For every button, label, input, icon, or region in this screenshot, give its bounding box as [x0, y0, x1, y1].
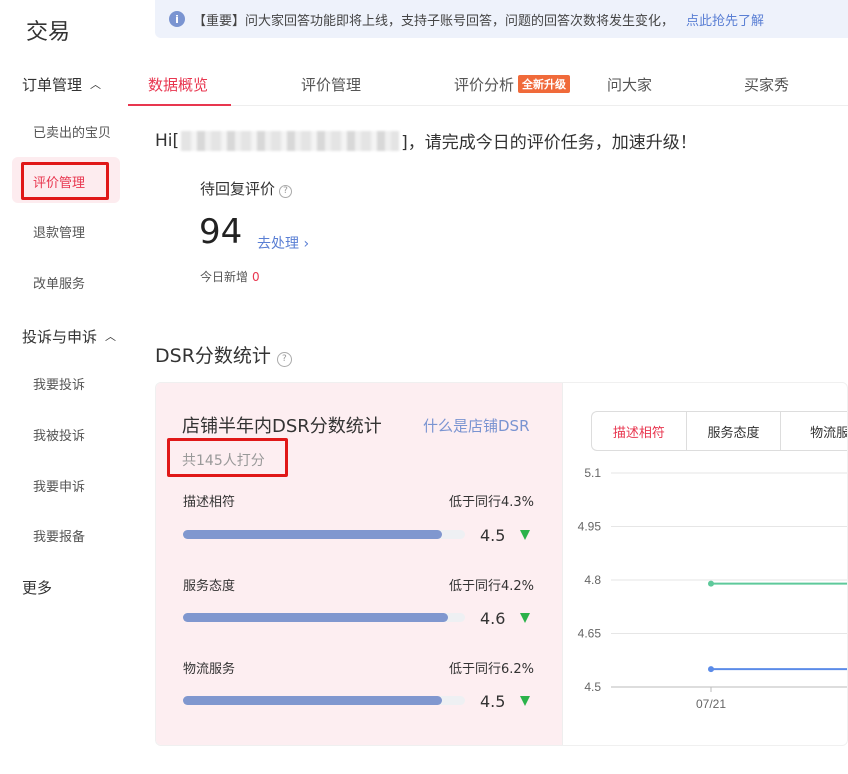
greeting-suffix: ]，请完成今日的评价任务，加速升级！ [401, 133, 697, 153]
metric-score: 4.6 [480, 609, 506, 628]
help-icon[interactable]: ? [276, 351, 292, 367]
metric-bar-fill [183, 696, 443, 705]
down-arrow-icon [520, 613, 530, 623]
y-tick-label: 4.5 [584, 680, 601, 694]
tab-label: 评价分析 [454, 76, 515, 94]
sidebar: 交易 订单管理 ︿ 已卖出的宝贝 评价管理 退款管理 改单服务 投诉与申诉 ︿ 我要… [0, 0, 128, 774]
today-new: 今日新增 0 [200, 268, 260, 285]
what-is-dsr-link[interactable]: 什么是店铺DSR [423, 415, 530, 436]
tab-buyer-show[interactable]: 买家秀 [744, 74, 789, 95]
process-link-label: 去处理 [257, 236, 299, 252]
info-icon: i [169, 11, 185, 27]
sidebar-item-complained[interactable]: 我被投诉 [33, 425, 85, 444]
greeting: Hi[ ]，请完成今日的评价任务，加速升级！ [155, 128, 697, 153]
chart-tabs: 描述相符 服务态度 物流服务 [591, 411, 847, 451]
chart-tab-logistics[interactable]: 物流服务 [781, 412, 847, 450]
metric-bar-fill [183, 530, 443, 539]
pending-count: 94 [199, 212, 243, 252]
today-value: 0 [252, 270, 260, 284]
active-tab-indicator [128, 104, 231, 106]
sidebar-group-label: 订单管理 [22, 76, 83, 94]
dsr-title-label: DSR分数统计 [155, 345, 271, 367]
metric-name: 描述相符 [183, 495, 236, 510]
dsr-card-title: 店铺半年内DSR分数统计 [182, 416, 382, 437]
pending-title-label: 待回复评价 [200, 180, 276, 198]
series-point-0[interactable] [708, 580, 714, 587]
chart-tab-description[interactable]: 描述相符 [592, 412, 687, 450]
series-point-1[interactable] [708, 666, 714, 673]
sidebar-group-complaint[interactable]: 投诉与申诉 ︿ [22, 326, 116, 347]
x-tick-label: 07/21 [696, 697, 726, 711]
tab-data-overview[interactable]: 数据概览 [148, 74, 208, 95]
sidebar-item-reviews[interactable]: 评价管理 [33, 172, 85, 191]
trend-chart: 5.1 4.95 4.8 4.65 4.5 07/21 [578, 466, 847, 711]
process-link[interactable]: 去处理 › [257, 233, 309, 253]
sidebar-item-refunds[interactable]: 退款管理 [33, 222, 85, 241]
metric-compare: 低于同行4.2% [448, 579, 534, 594]
sidebar-group-label: 投诉与申诉 [22, 328, 98, 346]
sidebar-group-order[interactable]: 订单管理 ︿ [22, 74, 101, 95]
notice-text: 【重要】问大家回答功能即将上线，支持子账号回答，问题的回答次数将发生变化， [193, 13, 675, 29]
pending-reviews-title: 待回复评价? [200, 178, 293, 199]
chevron-up-icon: ︿ [90, 78, 102, 91]
tab-ask-everyone[interactable]: 问大家 [607, 74, 652, 95]
blurred-username [181, 130, 400, 151]
greeting-prefix: Hi[ [155, 130, 180, 151]
metric-name: 物流服务 [183, 662, 236, 677]
sidebar-item-sold[interactable]: 已卖出的宝贝 [33, 122, 111, 141]
down-arrow-icon [520, 530, 530, 540]
sidebar-more[interactable]: 更多 [22, 577, 52, 598]
metric-name: 服务态度 [183, 579, 236, 594]
sidebar-item-file-complaint[interactable]: 我要投诉 [33, 374, 85, 393]
tab-review-analysis[interactable]: 评价分析 全新升级 [454, 74, 571, 95]
y-tick-label: 5.1 [584, 466, 601, 480]
down-arrow-icon [520, 696, 530, 706]
new-badge: 全新升级 [518, 75, 571, 93]
metric-bar [183, 696, 465, 705]
today-label: 今日新增 [200, 270, 249, 284]
chart-tab-service[interactable]: 服务态度 [687, 412, 782, 450]
dsr-card: 店铺半年内DSR分数统计 什么是店铺DSR 共145人打分 描述相符 低于同行4… [155, 382, 848, 746]
sidebar-title: 交易 [26, 20, 71, 45]
chevron-right-icon: › [299, 236, 310, 252]
notice-link[interactable]: 点此抢先了解 [686, 10, 764, 29]
help-icon[interactable]: ? [279, 184, 293, 198]
notice-bar: i 【重要】问大家回答功能即将上线，支持子账号回答，问题的回答次数将发生变化， … [155, 0, 848, 38]
chevron-up-icon: ︿ [105, 330, 117, 343]
y-tick-label: 4.65 [578, 627, 602, 641]
y-tick-label: 4.8 [584, 573, 601, 587]
dsr-trend: 描述相符 服务态度 物流服务 5.1 4.95 4.8 4.65 4.5 07/21 [562, 383, 847, 745]
metric-compare: 低于同行4.3% [448, 495, 534, 510]
sidebar-item-modify-order[interactable]: 改单服务 [33, 273, 85, 292]
metric-bar [183, 530, 465, 539]
y-tick-label: 4.95 [578, 520, 602, 534]
metric-compare: 低于同行6.2% [448, 662, 534, 677]
metric-bar-fill [183, 613, 449, 622]
metric-score: 4.5 [480, 692, 506, 711]
tab-review-management[interactable]: 评价管理 [301, 74, 361, 95]
main-tabs: 数据概览 评价管理 评价分析 全新升级 问大家 买家秀 [128, 62, 848, 106]
highlight-box [167, 438, 288, 477]
dsr-section-title: DSR分数统计? [155, 341, 292, 368]
metric-score: 4.5 [480, 526, 506, 545]
sidebar-item-report[interactable]: 我要报备 [33, 526, 85, 545]
sidebar-item-appeal[interactable]: 我要申诉 [33, 476, 85, 495]
metric-bar [183, 613, 465, 622]
